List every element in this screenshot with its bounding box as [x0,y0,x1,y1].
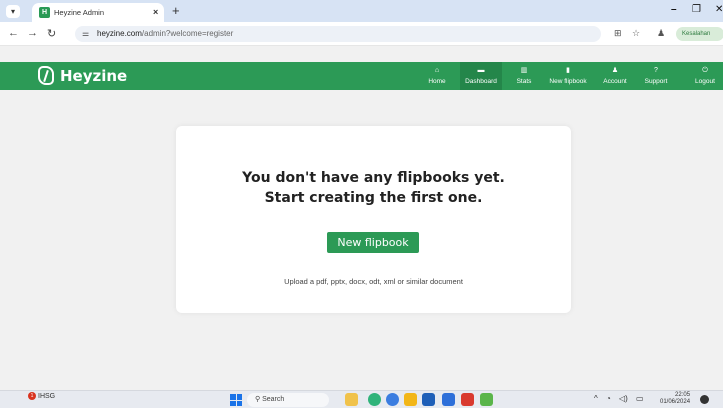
nav-stats-label: Stats [516,78,532,85]
empty-state-card: You don't have any flipbooks yet. Start … [176,126,571,313]
store-app-icon[interactable] [422,393,435,406]
new-flipbook-button[interactable]: New flipbook [327,232,419,253]
url-text: heyzine.com/admin?welcome=register [97,29,233,38]
reload-icon[interactable]: ↻ [47,27,56,40]
forward-arrow-icon[interactable]: → [27,27,38,39]
dashboard-icon: ▬ [477,67,485,74]
upload-hint-text: Upload a pdf, pptx, docx, odt, xml or si… [284,277,463,286]
notification-badge-icon: 1 [28,392,36,400]
windows-start-icon[interactable] [230,394,242,406]
pinned-app-icon[interactable] [480,393,493,406]
address-bar[interactable]: ⚌ heyzine.com/admin?welcome=register [75,26,601,42]
minimize-window-button[interactable]: – [671,4,677,15]
support-icon: ? [654,67,658,74]
profile-icon[interactable]: ♟ [657,28,665,39]
nav-home[interactable]: ⌂ Home [420,62,454,90]
widgets-app-icon[interactable] [345,393,358,406]
profile-error-pill[interactable]: Kesalahan [676,27,723,41]
windows-taskbar: 1 IHSG ⚲ Search ^ ◔ ◁) ▭ 22:05 01/06/202… [0,390,723,408]
nav-new-flipbook[interactable]: ▮ New flipbook [543,62,593,90]
weather-widget-label[interactable]: IHSG [38,393,55,400]
browser-app-icon[interactable] [368,393,381,406]
volume-icon[interactable]: ◁) [619,394,628,403]
brand-name[interactable]: Heyzine [60,67,127,85]
nav-dashboard-label: Dashboard [465,78,497,85]
nav-new-flipbook-label: New flipbook [549,78,587,85]
home-icon: ⌂ [434,67,440,74]
tray-chevron-icon[interactable]: ^ [594,394,598,403]
nav-support-label: Support [644,78,668,85]
notification-bell-icon[interactable] [700,395,709,404]
gmail-app-icon[interactable] [461,393,474,406]
clock-time: 22:05 [675,392,691,398]
url-path: /admin?welcome=register [141,29,234,38]
restore-window-button[interactable]: ❐ [692,4,701,15]
translate-icon[interactable]: ⊞ [614,28,622,39]
empty-state-title: You don't have any flipbooks yet. Start … [176,168,571,208]
url-host: heyzine.com [97,29,142,38]
power-icon: ⏻ [702,67,708,74]
stats-icon: ▥ [520,67,528,74]
tab-search-dropdown-icon[interactable]: ▾ [6,5,20,18]
system-clock[interactable]: 22:05 01/06/2024 [660,392,690,406]
bookmark-star-icon[interactable]: ☆ [632,28,640,39]
heyzine-favicon-icon: H [39,7,50,18]
taskbar-search-label: Search [262,396,285,403]
file-explorer-icon[interactable] [404,393,417,406]
app-header: Heyzine ⌂ Home ▬ Dashboard ▥ Stats ▮ New… [0,62,723,90]
empty-state-title-line2: Start creating the first one. [264,190,483,206]
tab-title: Heyzine Admin [54,8,105,17]
close-tab-icon[interactable]: × [153,7,158,17]
nav-logout-label: Logout [695,78,715,85]
heyzine-logo-icon[interactable] [38,66,54,85]
account-icon: ♟ [611,67,619,74]
browser-toolbar: ← → ↻ ⚌ heyzine.com/admin?welcome=regist… [0,22,723,46]
nav-account[interactable]: ♟ Account [595,62,635,90]
word-app-icon[interactable] [442,393,455,406]
battery-icon[interactable]: ▭ [636,394,644,403]
site-info-icon[interactable]: ⚌ [82,29,89,38]
new-tab-button[interactable]: + [172,3,180,18]
nav-logout[interactable]: ⏻ Logout [689,62,721,90]
clock-date: 01/06/2024 [660,399,691,405]
wifi-icon[interactable]: ◔ [606,394,611,403]
back-arrow-icon[interactable]: ← [8,27,19,39]
taskbar-search-box[interactable]: ⚲ Search [247,393,329,407]
nav-stats[interactable]: ▥ Stats [507,62,541,90]
nav-support[interactable]: ? Support [637,62,675,90]
chrome-app-icon[interactable] [386,393,399,406]
close-window-button[interactable]: ✕ [715,4,723,15]
document-icon: ▮ [566,67,570,74]
browser-tab-strip: ▾ H Heyzine Admin × + – ❐ ✕ [0,0,723,22]
empty-state-title-line1: You don't have any flipbooks yet. [242,170,505,186]
nav-home-label: Home [428,78,446,85]
nav-dashboard[interactable]: ▬ Dashboard [460,62,502,90]
nav-account-label: Account [603,78,627,85]
browser-tab-heyzine-admin[interactable]: H Heyzine Admin × [32,3,164,22]
